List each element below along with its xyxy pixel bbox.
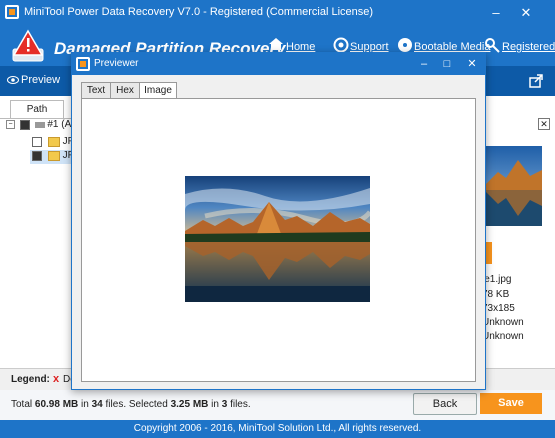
legend-label: Legend:: [11, 374, 50, 385]
dimensions-value: 73x185: [482, 303, 515, 314]
file-info-panel: ✕ le1.jpg 78 KB 73x185 Unknown Unknown: [480, 96, 555, 368]
app-title-bar: MiniTool Power Data Recovery V7.0 - Regi…: [0, 0, 555, 27]
file-size-value: 78 KB: [482, 289, 510, 300]
registered-link[interactable]: Registered: [502, 41, 555, 53]
preview-button[interactable]: Preview: [21, 74, 60, 86]
folder-icon: [47, 150, 60, 161]
thumbnail-image: [484, 146, 542, 226]
previewer-maximize-button[interactable]: □: [437, 54, 457, 74]
tab-hex[interactable]: Hex: [110, 82, 140, 99]
warning-drive-icon: [10, 29, 46, 66]
key-icon: [485, 37, 501, 56]
folder-icon: [47, 136, 60, 147]
modified-value: Unknown: [482, 331, 524, 342]
save-button[interactable]: Save: [480, 393, 542, 414]
drive-icon: [34, 121, 45, 128]
app-logo-icon: [5, 5, 19, 19]
previewer-title: Previewer: [94, 58, 139, 69]
preview-image: [185, 176, 372, 302]
previewer-dialog: Previewer – □ ✕ Text Hex Image: [71, 52, 486, 390]
tree-item-checkbox[interactable]: [32, 136, 42, 147]
eye-icon: [7, 75, 19, 88]
deleted-x-icon: x: [53, 373, 60, 385]
previewer-close-button[interactable]: ✕: [462, 54, 482, 74]
export-icon[interactable]: [529, 74, 543, 91]
tree-root[interactable]: − #1 (All: [6, 119, 76, 130]
previewer-title-bar: Previewer – □ ✕: [72, 53, 485, 75]
copyright-footer: Copyright 2006 - 2016, MiniTool Solution…: [0, 420, 555, 438]
file-tree-panel: Path − #1 (All JPE JPI: [0, 96, 81, 368]
tree-root-checkbox[interactable]: [19, 119, 30, 130]
collapse-toggle-icon[interactable]: −: [6, 120, 15, 129]
created-value: Unknown: [482, 317, 524, 328]
tab-text[interactable]: Text: [81, 82, 111, 99]
window-title: MiniTool Power Data Recovery V7.0 - Regi…: [24, 6, 374, 18]
close-button[interactable]: ✕: [516, 3, 536, 23]
close-panel-icon[interactable]: ✕: [538, 118, 550, 130]
tree-item-checkbox[interactable]: [32, 150, 42, 161]
tab-path[interactable]: Path: [10, 100, 64, 119]
back-button[interactable]: Back: [413, 393, 477, 415]
minimize-button[interactable]: –: [486, 3, 506, 23]
status-summary: Total 60.98 MB in 34 files. Selected 3.2…: [11, 399, 251, 410]
file-name-value: le1.jpg: [482, 274, 512, 285]
previewer-minimize-button[interactable]: –: [414, 54, 434, 74]
previewer-logo-icon: [76, 57, 90, 71]
previewer-body: Text Hex Image: [72, 75, 485, 389]
image-preview-area: [81, 98, 476, 382]
